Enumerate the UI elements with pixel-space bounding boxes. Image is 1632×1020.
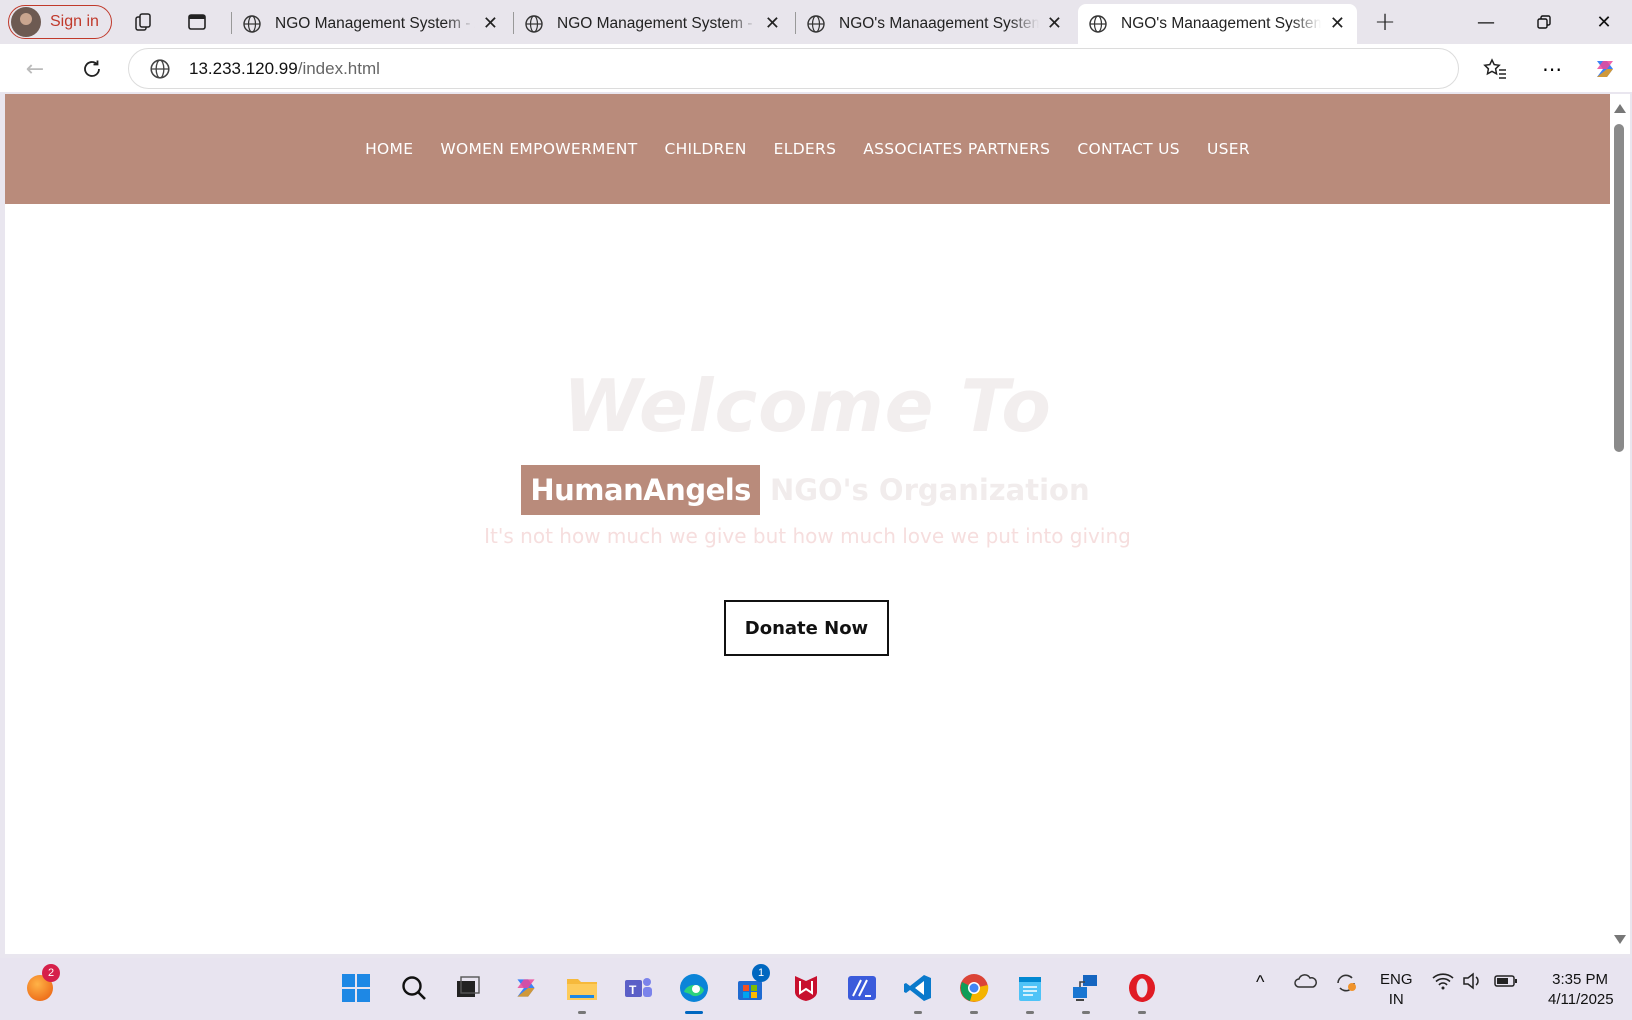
task-view-icon[interactable]	[448, 968, 488, 1008]
tab-4-active[interactable]: NGO's Manaagement System ✕	[1078, 4, 1357, 44]
search-icon[interactable]	[394, 968, 434, 1008]
clock-time: 3:35 PM	[1552, 971, 1608, 988]
browser-toolbar: ← 13.233.120.99/index.html ⋯	[0, 44, 1632, 92]
page-scrollbar[interactable]	[1610, 94, 1630, 954]
tab-2[interactable]: NGO Management System - View ✕	[514, 4, 792, 44]
running-indicator	[1082, 1011, 1090, 1014]
profile-signin-button[interactable]: Sign in	[8, 5, 112, 39]
show-hidden-icons-chevron-icon[interactable]: ^	[1256, 972, 1264, 993]
new-tab-icon[interactable]: +	[1371, 7, 1399, 37]
donate-button[interactable]: Donate Now	[724, 600, 889, 656]
close-tab-icon[interactable]: ✕	[1047, 13, 1062, 34]
url-text: 13.233.120.99/index.html	[189, 59, 380, 79]
tab-strip: Sign in NGO Management System - Admin ✕ …	[0, 0, 1632, 44]
lang-line2: IN	[1388, 991, 1404, 1008]
restore-icon[interactable]	[1524, 6, 1564, 38]
nav-home[interactable]: HOME	[365, 140, 413, 158]
hero-subtitle: HumanAngels NGO's Organization	[5, 465, 1610, 515]
teams-icon[interactable]: T	[618, 968, 658, 1008]
vscode-icon[interactable]	[898, 968, 938, 1014]
nav-women-empowerment[interactable]: WOMEN EMPOWERMENT	[440, 140, 637, 158]
nav-associates-partners[interactable]: ASSOCIATES PARTNERS	[863, 140, 1050, 158]
edge-browser-icon[interactable]	[674, 968, 714, 1014]
favorites-icon[interactable]	[1480, 54, 1510, 84]
running-indicator	[970, 1011, 978, 1014]
notepad-icon[interactable]	[1010, 968, 1050, 1014]
store-badge: 1	[752, 964, 770, 982]
store-icon[interactable]: 1	[730, 964, 770, 1008]
code-app-icon[interactable]	[842, 968, 882, 1008]
avatar	[11, 7, 41, 37]
running-indicator	[1026, 1011, 1034, 1014]
volume-icon[interactable]	[1462, 972, 1484, 995]
globe-icon	[1089, 15, 1107, 33]
opera-icon[interactable]	[1122, 968, 1162, 1014]
nav-elders[interactable]: ELDERS	[774, 140, 837, 158]
page-viewport: HOME WOMEN EMPOWERMENT CHILDREN ELDERS A…	[5, 94, 1610, 954]
battery-icon[interactable]	[1494, 972, 1518, 995]
language-indicator[interactable]: ENG IN	[1380, 970, 1413, 1010]
tab-title: NGO Management System - Admin	[275, 15, 475, 32]
nav-children[interactable]: CHILDREN	[664, 140, 746, 158]
site-info-icon[interactable]	[149, 58, 171, 80]
minimize-icon[interactable]: —	[1466, 6, 1506, 38]
refresh-icon[interactable]	[77, 54, 107, 84]
onedrive-icon[interactable]	[1294, 972, 1318, 995]
tab-title: NGO's Manaagement System	[1121, 15, 1321, 32]
vertical-tabs-icon[interactable]	[183, 8, 211, 36]
globe-icon	[243, 15, 261, 33]
running-indicator	[578, 1011, 586, 1014]
start-icon[interactable]	[336, 968, 376, 1008]
site-navbar: HOME WOMEN EMPOWERMENT CHILDREN ELDERS A…	[5, 94, 1610, 204]
hero-title: Welcome To	[563, 364, 1052, 448]
globe-icon	[525, 15, 543, 33]
copilot-icon[interactable]	[1590, 54, 1620, 84]
close-tab-icon[interactable]: ✕	[483, 13, 498, 34]
url-host: 13.233.120.99	[189, 58, 298, 78]
scroll-down-arrow-icon[interactable]	[1614, 935, 1626, 944]
brand-name: HumanAngels	[521, 465, 760, 515]
close-tab-icon[interactable]: ✕	[765, 13, 780, 34]
wifi-icon[interactable]	[1432, 972, 1454, 995]
copilot-app-icon[interactable]	[506, 968, 546, 1008]
address-bar[interactable]: 13.233.120.99/index.html	[128, 48, 1459, 89]
tab-3[interactable]: NGO's Manaagement System ✕	[796, 4, 1074, 44]
file-explorer-icon[interactable]	[562, 968, 602, 1014]
workspaces-icon[interactable]	[130, 8, 158, 36]
nav-contact-us[interactable]: CONTACT US	[1077, 140, 1180, 158]
close-window-icon[interactable]: ✕	[1584, 6, 1624, 38]
running-indicator	[914, 1011, 922, 1014]
scroll-up-arrow-icon[interactable]	[1614, 104, 1626, 113]
browser-window: Sign in NGO Management System - Admin ✕ …	[0, 0, 1632, 1020]
back-arrow-icon[interactable]: ←	[20, 54, 50, 84]
windows-taskbar: 2 T 1 ^ ENG IN 3:35 PM 4/11/2025	[0, 958, 1632, 1020]
url-path: /index.html	[297, 58, 380, 78]
notifications-icon[interactable]: 2	[20, 964, 60, 1008]
sync-icon[interactable]	[1334, 972, 1358, 999]
chrome-icon[interactable]	[954, 968, 994, 1014]
more-menu-icon[interactable]: ⋯	[1537, 54, 1567, 84]
lang-line1: ENG	[1380, 971, 1413, 988]
network-app-icon[interactable]	[1066, 968, 1106, 1014]
running-indicator	[1138, 1011, 1146, 1014]
mcafee-icon[interactable]	[786, 968, 826, 1008]
signin-label: Sign in	[50, 13, 99, 30]
clock-date: 4/11/2025	[1548, 991, 1614, 1008]
scroll-thumb[interactable]	[1614, 124, 1624, 452]
tab-1[interactable]: NGO Management System - Admin ✕	[232, 4, 510, 44]
notification-count-badge: 2	[42, 964, 60, 982]
close-tab-icon[interactable]: ✕	[1330, 13, 1345, 34]
tab-title: NGO Management System - View	[557, 15, 757, 32]
tagline: It's not how much we give but how much l…	[484, 524, 1131, 548]
org-text: NGO's Organization	[769, 473, 1090, 507]
tab-title: NGO's Manaagement System	[839, 15, 1039, 32]
active-indicator	[685, 1011, 703, 1014]
system-clock[interactable]: 3:35 PM 4/11/2025	[1548, 970, 1614, 1010]
nav-user[interactable]: USER	[1207, 140, 1250, 158]
globe-icon	[807, 15, 825, 33]
svg-text:T: T	[629, 983, 637, 997]
